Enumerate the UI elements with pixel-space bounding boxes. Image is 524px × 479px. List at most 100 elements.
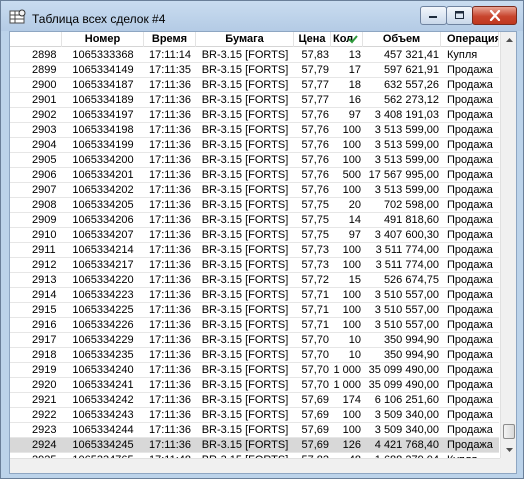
maximize-button[interactable] bbox=[446, 6, 473, 25]
operation-cell: Продажа bbox=[447, 109, 493, 121]
table-row[interactable]: 2920 1065334241 17:11:36 BR-3.15 [FORTS] 57,… bbox=[10, 378, 499, 393]
close-button[interactable] bbox=[472, 6, 517, 25]
trade-time-cell: 17:11:36 bbox=[148, 259, 191, 271]
column-header-operation[interactable]: Операция bbox=[441, 32, 499, 47]
column-header-security[interactable]: Бумага bbox=[196, 32, 294, 47]
quantity-cell: 100 bbox=[342, 304, 361, 316]
operation-cell: Продажа bbox=[447, 334, 493, 346]
table-row[interactable]: 2898 1065333368 17:11:14 BR-3.15 [FORTS] 57,… bbox=[10, 48, 499, 63]
trade-time-cell: 17:11:36 bbox=[148, 439, 191, 451]
security-cell: BR-3.15 [FORTS] bbox=[201, 259, 289, 271]
table-row[interactable]: 2909 1065334206 17:11:36 BR-3.15 [FORTS] 57,… bbox=[10, 213, 499, 228]
row-index-cell: 2911 bbox=[32, 244, 56, 256]
vertical-scrollbar[interactable] bbox=[500, 32, 516, 458]
scroll-thumb[interactable] bbox=[503, 424, 515, 439]
price-cell: 57,76 bbox=[301, 109, 329, 121]
scroll-down-button[interactable] bbox=[501, 442, 516, 458]
table-row[interactable]: 2903 1065334198 17:11:36 BR-3.15 [FORTS] 57,… bbox=[10, 123, 499, 138]
row-index-cell: 2916 bbox=[32, 319, 57, 331]
trade-number-cell: 1065334198 bbox=[72, 124, 134, 136]
table-row[interactable]: 2905 1065334200 17:11:36 BR-3.15 [FORTS] 57,… bbox=[10, 153, 499, 168]
operation-cell: Продажа bbox=[447, 259, 493, 271]
row-index-cell: 2913 bbox=[32, 274, 57, 286]
column-header-index[interactable] bbox=[10, 32, 62, 47]
row-index-cell: 2903 bbox=[32, 124, 57, 136]
trade-time-cell: 17:11:36 bbox=[148, 244, 191, 256]
operation-cell: Продажа bbox=[447, 409, 493, 421]
trade-number-cell: 1065334242 bbox=[72, 394, 134, 406]
row-index-cell: 2917 bbox=[32, 334, 57, 346]
operation-cell: Продажа bbox=[447, 349, 493, 361]
volume-cell: 3 513 599,00 bbox=[374, 154, 439, 166]
arrow-down-icon bbox=[505, 448, 513, 452]
table-row[interactable]: 2911 1065334214 17:11:36 BR-3.15 [FORTS] 57,… bbox=[10, 243, 499, 258]
table-row[interactable]: 2918 1065334235 17:11:36 BR-3.15 [FORTS] 57,… bbox=[10, 348, 499, 363]
trade-time-cell: 17:11:36 bbox=[148, 349, 191, 361]
scrollbar-corner bbox=[500, 458, 516, 473]
price-cell: 57,73 bbox=[301, 259, 329, 271]
trade-number-cell: 1065334201 bbox=[72, 169, 134, 181]
trade-number-cell: 1065334200 bbox=[72, 154, 134, 166]
quantity-cell: 97 bbox=[348, 229, 361, 241]
operation-cell: Продажа bbox=[447, 379, 493, 391]
row-index-cell: 2924 bbox=[32, 439, 57, 451]
table-row[interactable]: 2916 1065334226 17:11:36 BR-3.15 [FORTS] 57,… bbox=[10, 318, 499, 333]
trade-time-cell: 17:11:36 bbox=[148, 424, 191, 436]
table-row[interactable]: 2907 1065334202 17:11:36 BR-3.15 [FORTS] 57,… bbox=[10, 183, 499, 198]
volume-cell: 3 511 774,00 bbox=[375, 259, 439, 271]
row-index-cell: 2902 bbox=[32, 109, 57, 121]
table-row[interactable]: 2913 1065334220 17:11:36 BR-3.15 [FORTS] 57,… bbox=[10, 273, 499, 288]
title-bar[interactable]: Таблица всех сделок #4 bbox=[1, 1, 523, 31]
security-cell: BR-3.15 [FORTS] bbox=[201, 274, 289, 286]
table-row[interactable]: 2901 1065334189 17:11:36 BR-3.15 [FORTS] 57,… bbox=[10, 93, 499, 108]
operation-cell: Продажа bbox=[447, 289, 493, 301]
table-row[interactable]: 2902 1065334197 17:11:36 BR-3.15 [FORTS] 57,… bbox=[10, 108, 499, 123]
table-row[interactable]: 2904 1065334199 17:11:36 BR-3.15 [FORTS] 57,… bbox=[10, 138, 499, 153]
table-row[interactable]: 2915 1065334225 17:11:36 BR-3.15 [FORTS] 57,… bbox=[10, 303, 499, 318]
column-header-quantity[interactable]: Кол bbox=[331, 32, 363, 47]
operation-cell: Продажа bbox=[447, 94, 493, 106]
operation-cell: Продажа bbox=[447, 439, 493, 451]
quantity-cell: 174 bbox=[342, 394, 361, 406]
trade-number-cell: 1065334205 bbox=[72, 199, 134, 211]
scroll-up-button[interactable] bbox=[501, 32, 516, 48]
security-cell: BR-3.15 [FORTS] bbox=[201, 64, 289, 76]
table-row[interactable]: 2906 1065334201 17:11:36 BR-3.15 [FORTS] 57,… bbox=[10, 168, 499, 183]
operation-cell: Продажа bbox=[447, 274, 493, 286]
quantity-cell: 13 bbox=[348, 49, 361, 61]
column-header-price[interactable]: Цена bbox=[294, 32, 331, 47]
table-row[interactable]: 2922 1065334243 17:11:36 BR-3.15 [FORTS] 57,… bbox=[10, 408, 499, 423]
table-row[interactable]: 2914 1065334223 17:11:36 BR-3.15 [FORTS] 57,… bbox=[10, 288, 499, 303]
quantity-cell: 100 bbox=[342, 289, 361, 301]
row-index-cell: 2918 bbox=[32, 349, 57, 361]
quantity-cell: 1 000 bbox=[333, 364, 361, 376]
table-row[interactable]: 2910 1065334207 17:11:36 BR-3.15 [FORTS] 57,… bbox=[10, 228, 499, 243]
table-row[interactable]: 2923 1065334244 17:11:36 BR-3.15 [FORTS] 57,… bbox=[10, 423, 499, 438]
price-cell: 57,70 bbox=[301, 379, 329, 391]
quantity-cell: 100 bbox=[342, 319, 361, 331]
trade-time-cell: 17:11:36 bbox=[148, 169, 191, 181]
horizontal-scrollbar[interactable] bbox=[10, 458, 500, 473]
trade-number-cell: 1065334226 bbox=[72, 319, 134, 331]
row-index-cell: 2914 bbox=[32, 289, 57, 301]
table-row[interactable]: 2912 1065334217 17:11:36 BR-3.15 [FORTS] 57,… bbox=[10, 258, 499, 273]
table-row[interactable]: 2908 1065334205 17:11:36 BR-3.15 [FORTS] 57,… bbox=[10, 198, 499, 213]
price-cell: 57,70 bbox=[301, 349, 329, 361]
column-header-time[interactable]: Время bbox=[144, 32, 196, 47]
table-row[interactable]: 2919 1065334240 17:11:36 BR-3.15 [FORTS] 57,… bbox=[10, 363, 499, 378]
table-row[interactable]: 2921 1065334242 17:11:36 BR-3.15 [FORTS] 57,… bbox=[10, 393, 499, 408]
price-cell: 57,70 bbox=[301, 334, 329, 346]
price-cell: 57,71 bbox=[301, 319, 329, 331]
trade-time-cell: 17:11:14 bbox=[148, 49, 191, 61]
close-icon bbox=[489, 10, 500, 21]
trade-time-cell: 17:11:36 bbox=[148, 199, 191, 211]
table-row[interactable]: 2917 1065334229 17:11:36 BR-3.15 [FORTS] 57,… bbox=[10, 333, 499, 348]
minimize-button[interactable] bbox=[420, 6, 447, 25]
column-header-number[interactable]: Номер bbox=[62, 32, 144, 47]
table-row[interactable]: 2924 1065334245 17:11:36 BR-3.15 [FORTS] 57,… bbox=[10, 438, 499, 453]
column-header-volume[interactable]: Объем bbox=[363, 32, 441, 47]
table-row[interactable]: 2899 1065334149 17:11:35 BR-3.15 [FORTS] 57,… bbox=[10, 63, 499, 78]
table-row[interactable]: 2900 1065334187 17:11:36 BR-3.15 [FORTS] 57,… bbox=[10, 78, 499, 93]
price-cell: 57,83 bbox=[301, 49, 329, 61]
volume-cell: 526 674,75 bbox=[383, 274, 439, 286]
